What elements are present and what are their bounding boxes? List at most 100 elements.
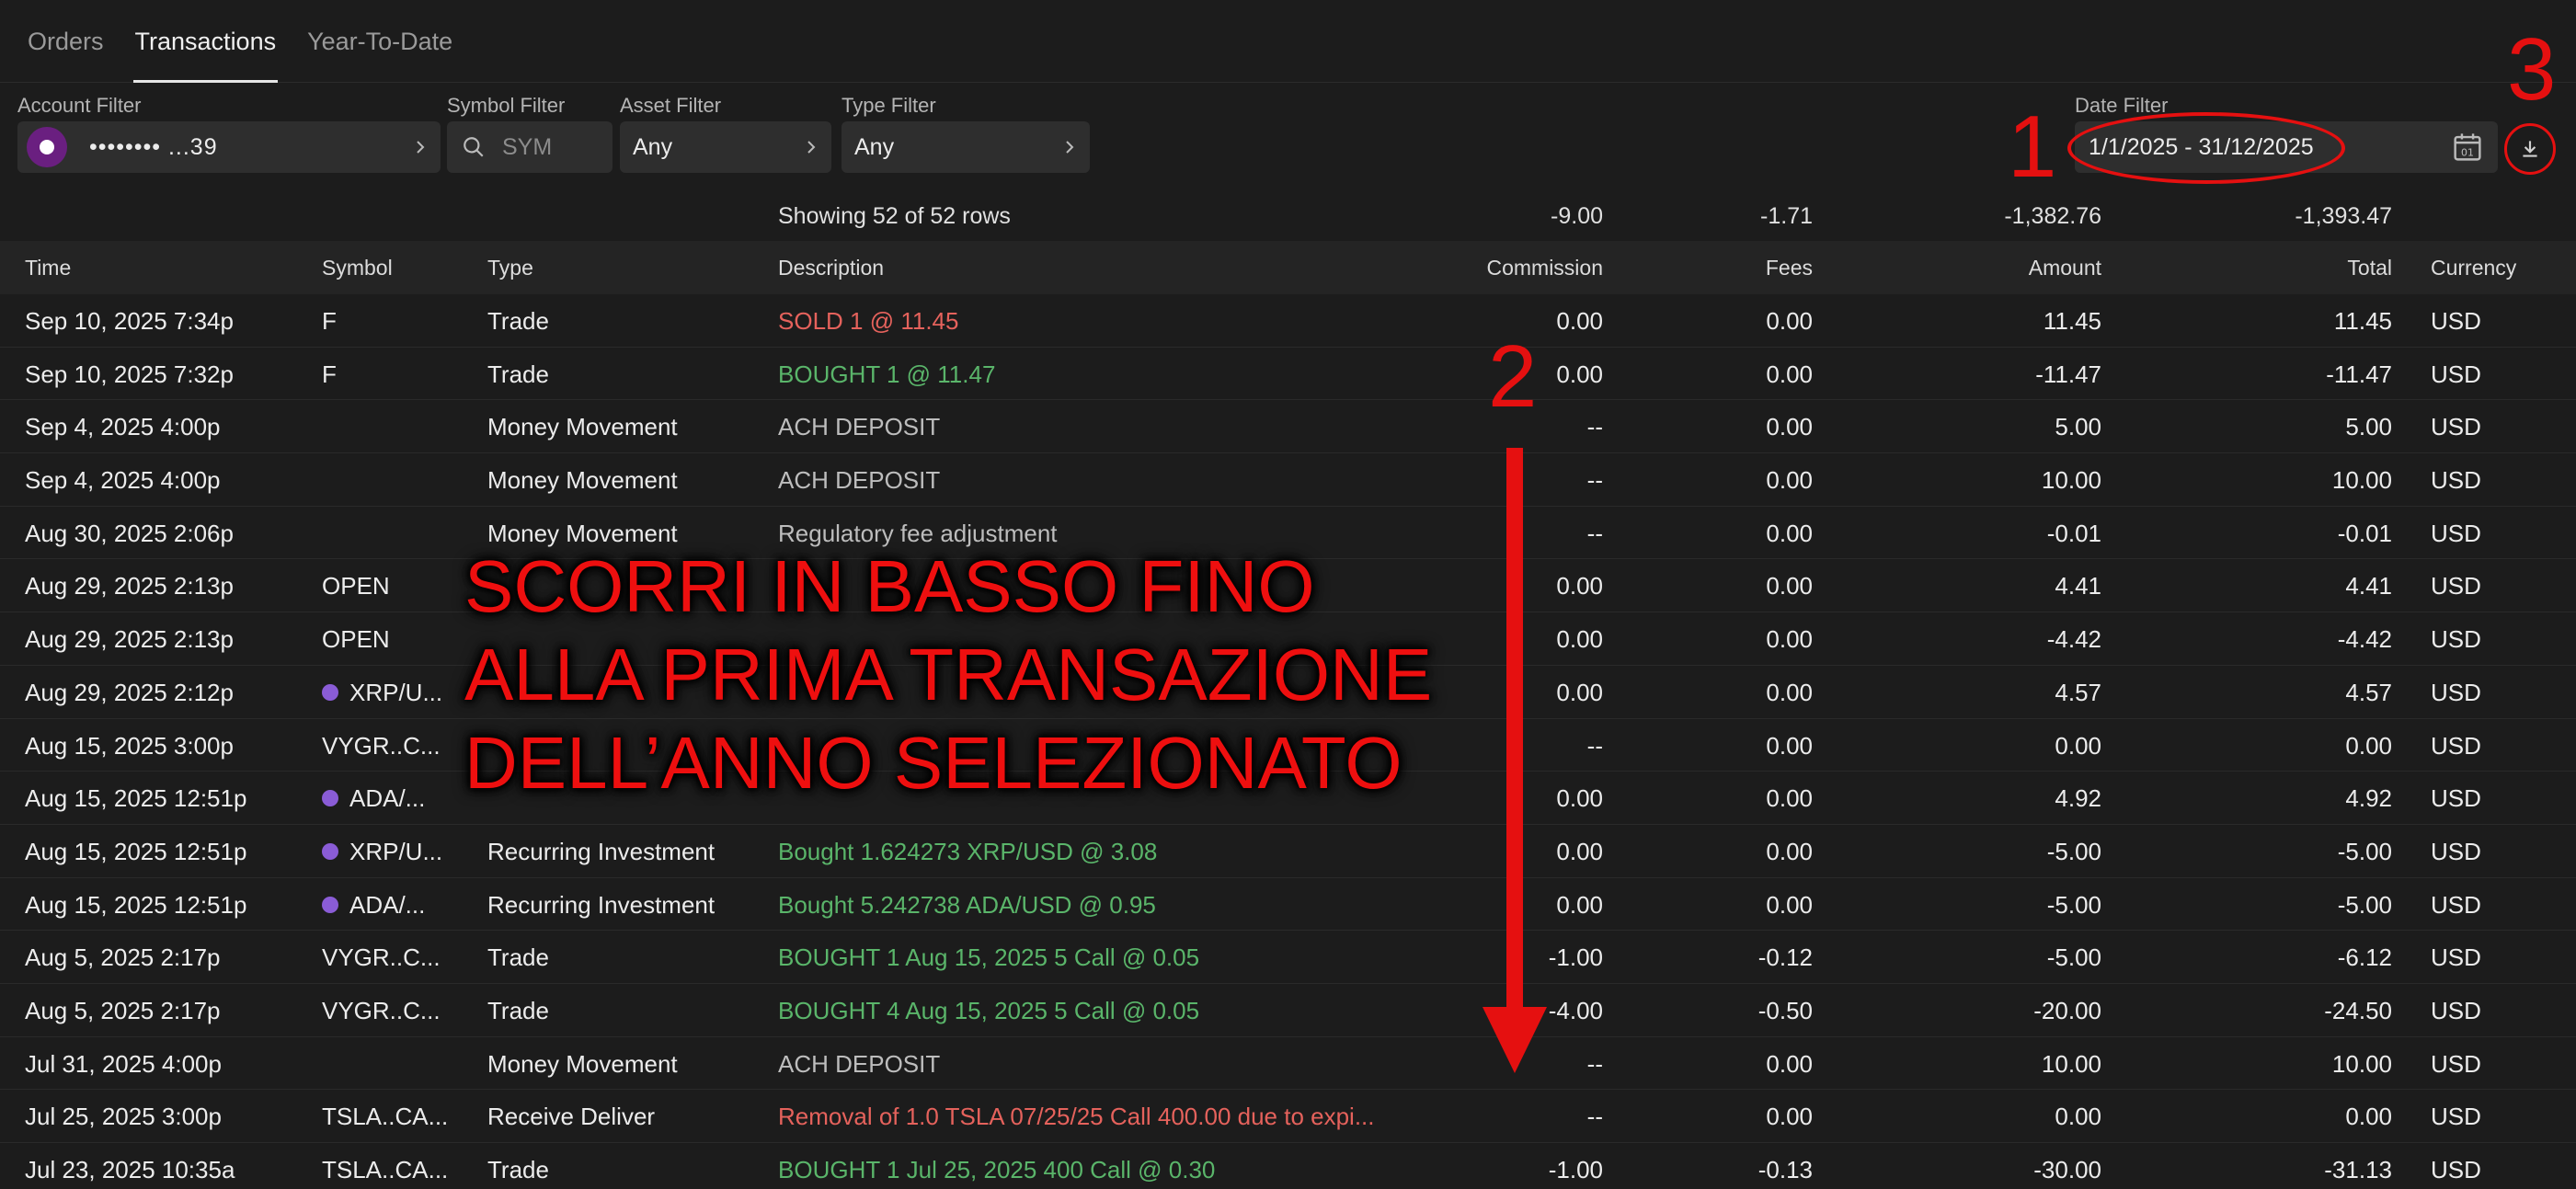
annotation-step-3: 3: [2507, 20, 2557, 119]
cell-total-text: 4.92: [2345, 784, 2392, 813]
table-row[interactable]: Sep 4, 2025 4:00p Money Movement ACH DEPOS…: [0, 400, 2576, 454]
cell-fees: 0.00: [1766, 413, 1813, 441]
cell-currency-text: USD: [2431, 519, 2481, 547]
tab-transactions[interactable]: Transactions: [132, 28, 278, 83]
table-row[interactable]: Jul 31, 2025 4:00p Money Movement ACH DEPO…: [0, 1037, 2576, 1091]
cell-fees: 0.00: [1766, 1103, 1813, 1131]
cell-time-text: Aug 29, 2025 2:13p: [25, 625, 234, 654]
column-header-currency[interactable]: Currency: [2431, 256, 2516, 280]
cell-currency: USD: [2431, 307, 2481, 336]
cell-total: 10.00: [2332, 466, 2392, 495]
cell-symbol-text: F: [322, 360, 337, 388]
cell-fees: 0.00: [1766, 1050, 1813, 1079]
cell-commission-text: 0.00: [1556, 625, 1603, 654]
cell-commission: --: [1587, 520, 1603, 548]
annotation-circle: [2504, 123, 2556, 175]
type-filter-value: Any: [854, 133, 895, 160]
cell-symbol: VYGR..C...: [322, 732, 441, 760]
cell-amount-text: 0.00: [2055, 731, 2101, 760]
cell-amount: 10.00: [2042, 1050, 2101, 1079]
cell-symbol: ADA/...: [322, 891, 425, 920]
cell-description: Removal of 1.0 TSLA 07/25/25 Call 400.00…: [778, 1103, 1375, 1131]
column-header-fees[interactable]: Fees: [1766, 256, 1813, 280]
tab-bar: Orders Transactions Year-To-Date: [0, 0, 2576, 83]
table-row[interactable]: Jul 23, 2025 10:35a TSLA..CA... Trade BOUGH…: [0, 1143, 2576, 1189]
cell-currency: USD: [2431, 943, 2481, 972]
asset-filter-select[interactable]: Any: [620, 121, 831, 173]
calendar-icon[interactable]: 01: [2452, 131, 2483, 163]
tab-year-to-date[interactable]: Year-To-Date: [307, 28, 452, 82]
cell-amount: 0.00: [2055, 1103, 2101, 1131]
cell-currency-text: USD: [2431, 572, 2481, 600]
crypto-icon: [322, 790, 338, 807]
type-filter-select[interactable]: Any: [841, 121, 1090, 173]
table-row[interactable]: Sep 10, 2025 7:34p F Trade SOLD 1 @ 11.45 0.…: [0, 294, 2576, 348]
column-header-description[interactable]: Description: [778, 256, 884, 280]
cell-total: -24.50: [2324, 997, 2392, 1025]
type-filter-label: Type Filter: [841, 94, 936, 117]
cell-description-text: ACH DEPOSIT: [778, 466, 941, 495]
cell-commission: 0.00: [1556, 679, 1603, 707]
cell-time-text: Jul 23, 2025 10:35a: [25, 1156, 235, 1183]
symbol-filter-input[interactable]: SYM: [447, 121, 613, 173]
table-row[interactable]: Aug 5, 2025 2:17p VYGR..C... Trade BOUGHT 1…: [0, 931, 2576, 984]
cell-fees-text: 0.00: [1766, 572, 1813, 600]
cell-total: -5.00: [2338, 838, 2392, 866]
cell-amount-text: -11.47: [2035, 360, 2101, 388]
column-header-time[interactable]: Time: [25, 256, 71, 280]
table-row[interactable]: Sep 10, 2025 7:32p F Trade BOUGHT 1 @ 11.47…: [0, 348, 2576, 401]
account-filter-select[interactable]: •••••••• ...39: [17, 121, 441, 173]
cell-type-text: Money Movement: [487, 1049, 678, 1078]
table-row[interactable]: Aug 15, 2025 12:51p ADA/... Recurring Inve…: [0, 878, 2576, 932]
column-header-type[interactable]: Type: [487, 256, 533, 280]
cell-currency: USD: [2431, 466, 2481, 495]
cell-time-text: Aug 29, 2025 2:12p: [25, 678, 234, 706]
cell-symbol-text: ADA/...: [349, 890, 426, 919]
cell-total-text: 0.00: [2345, 731, 2392, 760]
cell-description-text: ACH DEPOSIT: [778, 1049, 941, 1078]
column-header-commission[interactable]: Commission: [1486, 256, 1603, 280]
annotation-step-1: 1: [2008, 97, 2057, 196]
cell-type: Trade: [487, 307, 549, 336]
cell-description-text: BOUGHT 1 Jul 25, 2025 400 Call @ 0.30: [778, 1156, 1216, 1183]
cell-total-text: -24.50: [2324, 996, 2392, 1024]
cell-time: Jul 23, 2025 10:35a: [25, 1156, 235, 1184]
cell-fees: -0.12: [1758, 943, 1813, 972]
table-row[interactable]: Sep 4, 2025 4:00p Money Movement ACH DEPOS…: [0, 453, 2576, 507]
cell-commission-text: -4.00: [1548, 996, 1603, 1024]
table-row[interactable]: Jul 25, 2025 3:00p TSLA..CA... Receive Del…: [0, 1090, 2576, 1143]
column-header-amount[interactable]: Amount: [2029, 256, 2101, 280]
cell-symbol: F: [322, 307, 337, 336]
cell-time-text: Aug 30, 2025 2:06p: [25, 519, 234, 547]
chevron-right-icon: [417, 141, 425, 154]
cell-fees-text: 0.00: [1766, 466, 1813, 495]
column-header-symbol[interactable]: Symbol: [322, 256, 393, 280]
table-row[interactable]: Aug 5, 2025 2:17p VYGR..C... Trade BOUGHT 4…: [0, 984, 2576, 1037]
cell-time: Aug 29, 2025 2:13p: [25, 625, 234, 654]
cell-time: Aug 15, 2025 12:51p: [25, 784, 246, 813]
svg-text:01: 01: [2461, 147, 2474, 159]
cell-amount: 5.00: [2055, 413, 2101, 441]
cell-total: 10.00: [2332, 1050, 2392, 1079]
cell-total-text: -31.13: [2324, 1156, 2392, 1183]
cell-time-text: Aug 5, 2025 2:17p: [25, 943, 221, 972]
column-header-total[interactable]: Total: [2347, 256, 2392, 280]
summary-commission: -9.00: [1551, 203, 1603, 229]
cell-currency-text: USD: [2431, 1156, 2481, 1183]
cell-amount-text: 11.45: [2043, 307, 2101, 335]
cell-symbol: OPEN: [322, 572, 390, 600]
cell-type: Trade: [487, 943, 549, 972]
cell-currency-text: USD: [2431, 360, 2481, 388]
cell-currency-text: USD: [2431, 466, 2481, 495]
tab-orders[interactable]: Orders: [28, 28, 104, 82]
cell-total: 5.00: [2345, 413, 2392, 441]
account-filter-label: Account Filter: [17, 94, 142, 117]
cell-type-text: Trade: [487, 307, 549, 335]
cell-currency-text: USD: [2431, 625, 2481, 654]
table-row[interactable]: Aug 15, 2025 12:51p XRP/U... Recurring Inv…: [0, 825, 2576, 878]
cell-fees: 0.00: [1766, 891, 1813, 920]
cell-total: 11.45: [2334, 307, 2392, 336]
cell-amount-text: -5.00: [2046, 890, 2101, 919]
cell-description: ACH DEPOSIT: [778, 413, 940, 441]
cell-currency: USD: [2431, 997, 2481, 1025]
